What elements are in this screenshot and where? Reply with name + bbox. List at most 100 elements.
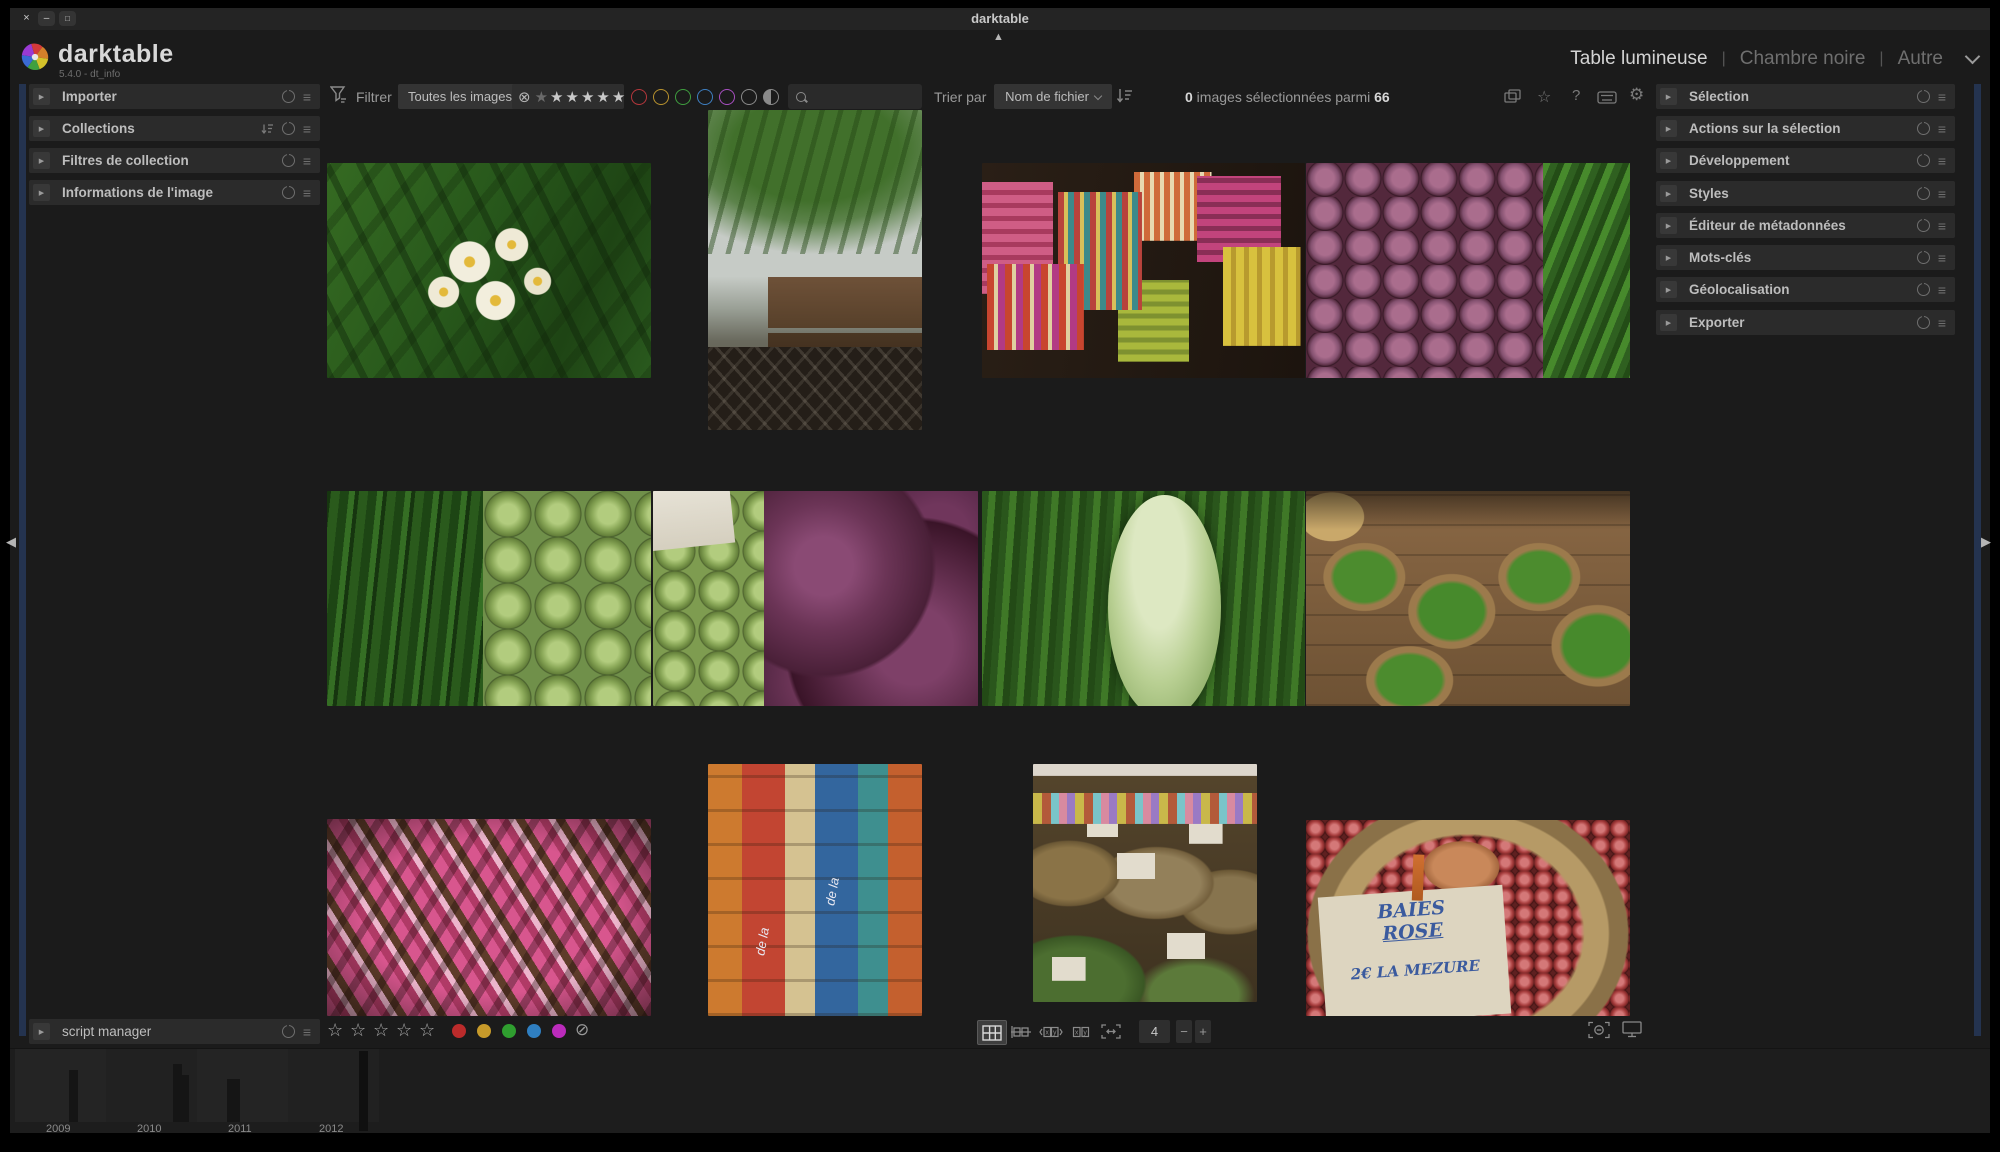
collapse-top-panel-arrow[interactable]: ▲ — [993, 32, 1004, 43]
reset-icon[interactable] — [1917, 283, 1930, 296]
presets-icon[interactable]: ≡ — [303, 92, 311, 102]
presets-icon[interactable]: ≡ — [303, 188, 311, 198]
reject-icon[interactable]: ⊗ — [518, 88, 531, 106]
zoom-level-input[interactable]: 4 — [1139, 1020, 1170, 1043]
collapse-left-panel-arrow[interactable]: ◀ — [6, 536, 16, 547]
reset-icon[interactable] — [1917, 122, 1930, 135]
overlays-star-icon[interactable]: ☆ — [1537, 87, 1551, 107]
section-export[interactable]: ▶ Exporter ≡ — [1656, 310, 1955, 335]
expand-arrow-icon[interactable]: ▶ — [33, 184, 50, 201]
shortcuts-keyboard-icon[interactable] — [1597, 91, 1617, 104]
rate-star-4-icon[interactable]: ☆ — [396, 1020, 412, 1041]
photo-gourd-cucumbers[interactable] — [982, 491, 1305, 706]
search-box[interactable] — [788, 84, 922, 109]
section-selection-actions[interactable]: ▶ Actions sur la sélection ≡ — [1656, 116, 1955, 141]
expand-arrow-icon[interactable]: ▶ — [33, 152, 50, 169]
presets-icon[interactable]: ≡ — [1938, 156, 1946, 166]
section-selection[interactable]: ▶ Sélection ≡ — [1656, 84, 1955, 109]
grouping-icon[interactable] — [1504, 89, 1522, 104]
photo-spice-market[interactable] — [1033, 764, 1257, 1002]
expand-arrow-icon[interactable]: ▶ — [1660, 217, 1677, 234]
presets-icon[interactable]: ≡ — [1938, 285, 1946, 295]
reset-icon[interactable] — [1917, 154, 1930, 167]
section-styles[interactable]: ▶ Styles ≡ — [1656, 181, 1955, 206]
rate-star-5-icon[interactable]: ☆ — [419, 1020, 435, 1041]
expand-arrow-icon[interactable]: ▶ — [1660, 314, 1677, 331]
rate-star-1-icon[interactable]: ☆ — [327, 1020, 343, 1041]
view-zoomable-button[interactable] — [1007, 1020, 1035, 1043]
expand-arrow-icon[interactable]: ▶ — [1660, 120, 1677, 137]
expand-arrow-icon[interactable]: ▶ — [1660, 249, 1677, 266]
clear-labels-icon[interactable]: ⊘ — [575, 1020, 589, 1040]
section-script-manager[interactable]: ▶ script manager ≡ — [29, 1019, 320, 1044]
help-icon[interactable]: ? — [1572, 87, 1580, 104]
section-collections[interactable]: ▶ Collections ≡ — [29, 116, 320, 141]
section-development[interactable]: ▶ Développement ≡ — [1656, 148, 1955, 173]
rating-star-icon[interactable]: ★ — [550, 88, 563, 106]
presets-icon[interactable]: ≡ — [1938, 92, 1946, 102]
label-dot-purple[interactable] — [552, 1024, 566, 1038]
expand-arrow-icon[interactable]: ▶ — [1660, 88, 1677, 105]
view-tab-lighttable[interactable]: Table lumineuse — [1570, 48, 1707, 70]
view-tab-darkroom[interactable]: Chambre noire — [1740, 48, 1866, 70]
presets-icon[interactable]: ≡ — [1938, 124, 1946, 134]
label-dot-green[interactable] — [502, 1024, 516, 1038]
timeline[interactable]: 2009 2010 2011 2012 — [10, 1048, 1990, 1133]
reset-icon[interactable] — [1917, 251, 1930, 264]
expand-arrow-icon[interactable]: ▶ — [33, 120, 50, 137]
photo-pink-baskets[interactable] — [327, 819, 651, 1016]
expand-arrow-icon[interactable]: ▶ — [33, 1023, 50, 1040]
reset-icon[interactable] — [1917, 90, 1930, 103]
collapse-right-panel-arrow[interactable]: ▶ — [1981, 536, 1991, 547]
rating-star-icon[interactable]: ★ — [565, 88, 578, 106]
view-tab-other[interactable]: Autre — [1898, 48, 1943, 70]
color-filter-green[interactable] — [675, 89, 691, 105]
reset-icon[interactable] — [1917, 219, 1930, 232]
photo-pink-peppercorns[interactable]: BAIES ROSE 2€ LA MEZURE — [1306, 820, 1630, 1016]
left-scrollbar[interactable] — [19, 84, 26, 1036]
views-chevron-down-icon[interactable] — [1965, 48, 1981, 64]
rating-star-icon[interactable]: ★ — [612, 88, 625, 106]
reset-icon[interactable] — [1917, 316, 1930, 329]
view-preview-button[interactable] — [1097, 1020, 1125, 1043]
rating-star-range-icon[interactable]: ★ — [535, 88, 548, 106]
presets-icon[interactable]: ≡ — [1938, 318, 1946, 328]
sort-direction-icon[interactable] — [1116, 87, 1134, 105]
color-assessment-monitor-icon[interactable] — [1622, 1021, 1642, 1038]
sort-dropdown[interactable]: Nom de fichier — [994, 84, 1112, 109]
rate-star-2-icon[interactable]: ☆ — [350, 1020, 366, 1041]
right-scrollbar[interactable] — [1974, 84, 1981, 1036]
presets-icon[interactable]: ≡ — [1938, 189, 1946, 199]
section-image-information[interactable]: ▶ Informations de l'image ≡ — [29, 180, 320, 205]
photo-palm-hut[interactable] — [708, 110, 922, 430]
label-dot-red[interactable] — [452, 1024, 466, 1038]
focus-peaking-icon[interactable] — [1588, 1021, 1610, 1039]
color-filter-red[interactable] — [631, 89, 647, 105]
reset-icon[interactable] — [282, 90, 295, 103]
search-input[interactable] — [812, 88, 916, 105]
presets-icon[interactable]: ≡ — [1938, 221, 1946, 231]
color-filter-blue[interactable] — [697, 89, 713, 105]
photo-zucchini-chayote[interactable] — [327, 491, 651, 706]
color-filter-gray[interactable] — [741, 89, 757, 105]
rating-star-icon[interactable]: ★ — [581, 88, 594, 106]
preferences-gear-icon[interactable]: ⚙ — [1629, 85, 1644, 105]
section-keywords[interactable]: ▶ Mots-clés ≡ — [1656, 245, 1955, 270]
expand-arrow-icon[interactable]: ▶ — [1660, 152, 1677, 169]
reset-icon[interactable] — [282, 186, 295, 199]
rate-star-3-icon[interactable]: ☆ — [373, 1020, 389, 1041]
expand-arrow-icon[interactable]: ▶ — [1660, 281, 1677, 298]
label-dot-blue[interactable] — [527, 1024, 541, 1038]
view-culling-dynamic-button[interactable]: xy — [1037, 1020, 1065, 1043]
photo-raffia-rolls[interactable]: de la de la — [708, 764, 922, 1016]
label-dot-yellow[interactable] — [477, 1024, 491, 1038]
photo-chili-baskets[interactable] — [1306, 491, 1630, 706]
section-geolocation[interactable]: ▶ Géolocalisation ≡ — [1656, 277, 1955, 302]
view-culling-fixed-button[interactable]: xy — [1067, 1020, 1095, 1043]
expand-arrow-icon[interactable]: ▶ — [1660, 185, 1677, 202]
photo-frangipani-flowers[interactable] — [327, 163, 651, 378]
presets-icon[interactable]: ≡ — [1938, 253, 1946, 263]
view-filemanager-button[interactable] — [977, 1020, 1007, 1045]
reset-icon[interactable] — [282, 154, 295, 167]
rating-star-icon[interactable]: ★ — [596, 88, 609, 106]
